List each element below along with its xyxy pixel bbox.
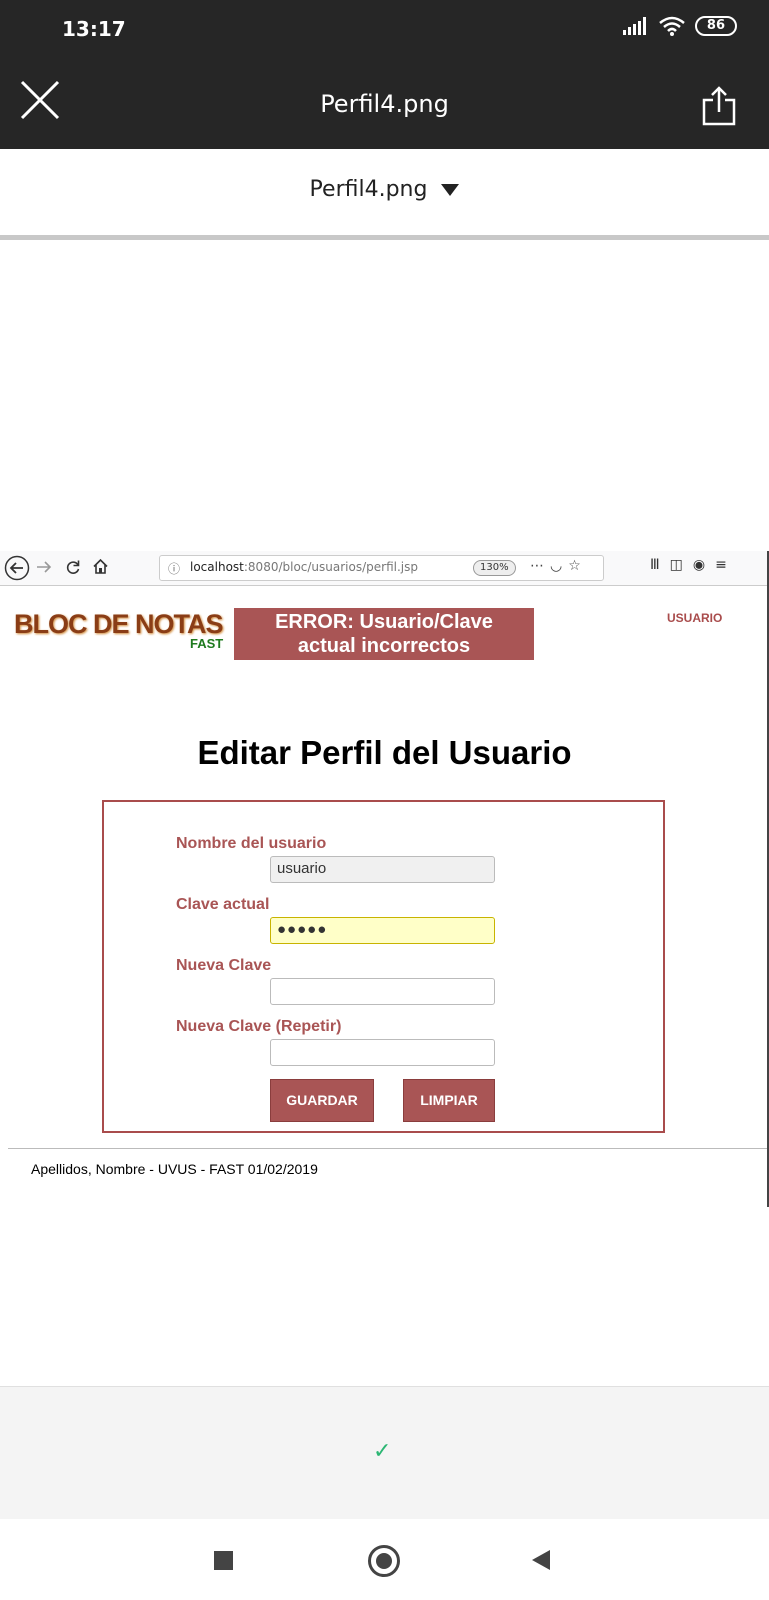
profile-form: Nombre del usuario usuario Clave actual … [102, 800, 665, 1133]
back-nav-icon[interactable] [532, 1550, 550, 1570]
page-title: Editar Perfil del Usuario [197, 734, 572, 771]
status-time: 13:17 [62, 17, 126, 41]
username-label: Nombre del usuario [176, 835, 327, 852]
check-icon[interactable]: ✓ [373, 1439, 391, 1464]
menu-icon[interactable]: ≡ [715, 557, 737, 573]
error-message-line2: actual incorrectos [297, 635, 471, 657]
error-message: ERROR: Usuario/Clave actual incorrectos [234, 608, 534, 660]
file-dropdown[interactable]: Perfil4.png [0, 177, 769, 202]
current-password-field[interactable]: ●●●●● [270, 917, 495, 944]
browser-right-icons: Ⅲ◫◉≡ [650, 557, 737, 573]
viewer-top-bar: Perfil4.png [0, 58, 769, 149]
account-icon[interactable]: ◉ [693, 557, 715, 573]
page-footer: Apellidos, Nombre - UVUS - FAST 01/02/20… [31, 1161, 318, 1177]
app-logo-subtitle: FAST [190, 636, 224, 651]
repeat-password-label: Nueva Clave (Repetir) [176, 1018, 342, 1035]
sidebar-icon[interactable]: ◫ [670, 557, 693, 573]
clear-button[interactable]: LIMPIAR [403, 1079, 495, 1122]
status-icons: 86 [622, 16, 737, 36]
new-password-label: Nueva Clave [176, 957, 272, 974]
file-title-strip: Perfil4.png [0, 149, 769, 240]
new-password-field[interactable] [270, 978, 495, 1005]
share-icon [702, 86, 736, 126]
page-actions: ⋯◡☆ [530, 558, 587, 574]
viewer-footer: ✓ [0, 1386, 769, 1520]
screenshot-image: ⓘ localhost:8080/bloc/usuarios/perfil.js… [0, 551, 769, 1207]
wifi-icon [659, 16, 685, 36]
share-button[interactable] [701, 86, 737, 126]
username-field[interactable]: usuario [270, 856, 495, 883]
pocket-icon[interactable]: ◡ [550, 558, 568, 574]
url-bar[interactable]: ⓘ localhost:8080/bloc/usuarios/perfil.js… [159, 555, 604, 581]
current-password-label: Clave actual [176, 896, 270, 913]
recents-icon[interactable] [214, 1551, 233, 1570]
repeat-password-field[interactable] [270, 1039, 495, 1066]
forward-icon[interactable] [36, 559, 52, 575]
back-icon[interactable] [4, 555, 30, 581]
file-dropdown-label: Perfil4.png [309, 177, 428, 202]
user-menu-link[interactable]: USUARIO [667, 611, 722, 625]
signal-icon [622, 17, 646, 35]
home-nav-icon[interactable] [368, 1545, 400, 1577]
reload-icon[interactable] [65, 559, 81, 575]
system-nav-bar [0, 1519, 769, 1600]
error-message-line1: ERROR: Usuario/Clave [275, 611, 493, 633]
caret-down-icon [441, 184, 460, 196]
zoom-level[interactable]: 130% [473, 560, 516, 576]
battery-indicator: 86 [694, 16, 737, 36]
home-icon[interactable] [92, 558, 109, 575]
library-icon[interactable]: Ⅲ [650, 557, 670, 573]
viewer-title: Perfil4.png [320, 90, 449, 118]
more-actions-icon[interactable]: ⋯ [530, 558, 550, 574]
save-button[interactable]: GUARDAR [270, 1079, 374, 1122]
footer-divider [8, 1148, 767, 1149]
info-icon[interactable]: ⓘ [168, 560, 180, 577]
status-bar: 13:17 86 [0, 0, 769, 58]
url-text: localhost:8080/bloc/usuarios/perfil.jsp [190, 560, 418, 574]
bookmark-star-icon[interactable]: ☆ [568, 558, 587, 574]
browser-toolbar: ⓘ localhost:8080/bloc/usuarios/perfil.js… [0, 551, 767, 586]
